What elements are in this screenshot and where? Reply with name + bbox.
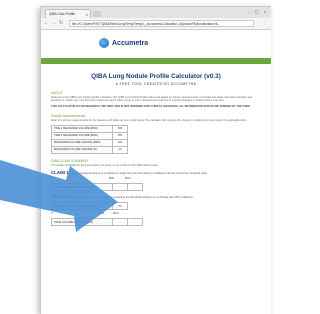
time1-volume-input[interactable]: 500 <box>112 124 128 133</box>
about-heading: ABOUT <box>51 91 63 95</box>
browser-tab[interactable]: QIBA-Calc-Profile × <box>45 9 91 18</box>
measure-heading: Nodule measurements <box>51 113 86 118</box>
tab-strip: QIBA-Calc-Profile × – ▢ × <box>41 7 271 18</box>
table-row: TIME 1 MEASURED VOLUME (MM3) 500 <box>51 124 128 133</box>
claim1-max-value: ... <box>127 183 143 192</box>
disclaimer-text: THIS CALCULATOR IS FOR RESEARCH USE ONLY… <box>51 105 251 109</box>
forward-icon[interactable]: → <box>51 20 56 26</box>
time2-volume-input[interactable]: 600 <box>112 131 128 140</box>
close-tab-icon[interactable]: × <box>86 10 88 18</box>
true-change-max: ... <box>127 218 143 227</box>
new-tab-button[interactable] <box>93 11 101 17</box>
accumetra-logo[interactable]: Accumetra <box>99 38 148 48</box>
input-label: TIME 1 MEASURED VOLUME (MM3) <box>51 124 113 133</box>
window-controls[interactable]: – ▢ × <box>247 9 268 14</box>
table-row: TIME 2 MEASURED VOLUME (MM3) 600 <box>51 131 128 140</box>
url-field[interactable]: file:///C:/Users/PIKIT/QIBA/Web/Lung/Tem… <box>69 20 254 27</box>
logo-mark-icon <box>99 38 109 48</box>
address-bar-row: ← → ↻ file:///C:/Users/PIKIT/QIBA/Web/Lu… <box>41 18 271 30</box>
reload-icon[interactable]: ↻ <box>59 20 63 26</box>
input-label: TIME 2 MEASURED VOLUME (MM3) <box>51 131 113 140</box>
page-title: QIBA Lung Nodule Profile Calculator (v0.… <box>91 73 221 80</box>
claim1-column-headers: MIN MAX <box>109 177 261 180</box>
pointer-arrow-icon <box>0 160 118 232</box>
site-header: Accumetra <box>41 30 271 58</box>
brand-name: Accumetra <box>112 39 149 47</box>
measure-text: Enter the volume measurements for the ba… <box>51 118 248 122</box>
back-icon[interactable]: ← <box>44 20 49 26</box>
about-text: Welcome to the QIBA Lung Nodule Profile … <box>51 96 253 103</box>
arrow-shape <box>0 160 118 232</box>
column-header: MAX <box>125 177 131 181</box>
page-subtitle: A FREE TOOL CREATED BY ACCUMETRA <box>115 82 197 86</box>
browser-menu-icon[interactable]: ⋮ <box>263 20 268 26</box>
tab-title: QIBA-Calc-Profile <box>49 12 76 16</box>
